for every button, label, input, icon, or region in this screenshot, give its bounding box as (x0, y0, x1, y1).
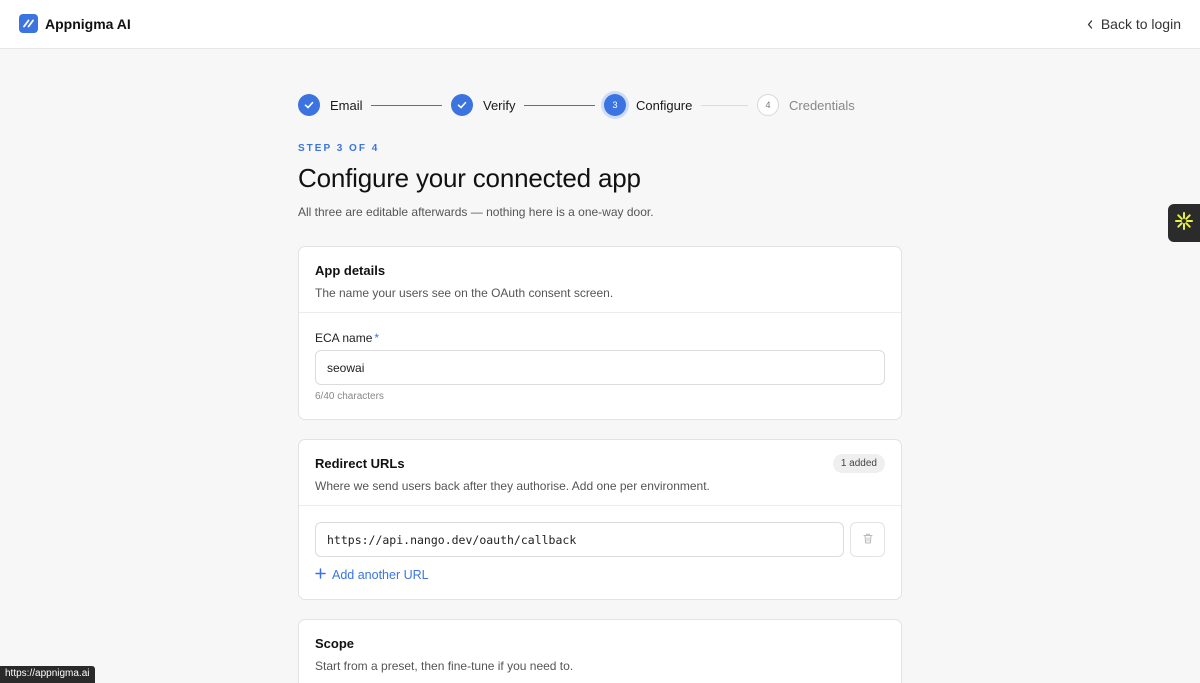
brand-name: Appnigma AI (45, 15, 131, 32)
appnigma-logo-icon (19, 14, 38, 33)
app-details-card: App details The name your users see on t… (298, 246, 902, 420)
progress-stepper: Email Verify 3 Configure 4 Credentials (298, 94, 878, 118)
redirect-urls-body: https://api.nango.dev/oauth/callback Add… (299, 506, 901, 599)
page-subtitle: All three are editable afterwards — noth… (298, 205, 654, 219)
step-eyebrow: STEP 3 OF 4 (298, 143, 380, 154)
required-mark: * (374, 331, 380, 345)
scope-description: Start from a preset, then fine-tune if y… (315, 659, 574, 673)
redirect-urls-description: Where we send users back after they auth… (315, 479, 710, 493)
redirect-url-input[interactable]: https://api.nango.dev/oauth/callback (315, 522, 844, 557)
eca-name-label: ECA name * (315, 331, 379, 345)
scope-title: Scope (315, 636, 355, 651)
step-verify-label: Verify (483, 98, 516, 113)
page-title: Configure your connected app (298, 163, 641, 193)
delete-url-button[interactable] (850, 522, 885, 557)
sparkle-icon (1174, 211, 1194, 236)
redirect-urls-card: Redirect URLs Where we send users back a… (298, 439, 902, 600)
app-details-body: ECA name * seowai 6/40 characters (299, 313, 901, 419)
redirect-urls-header: Redirect URLs Where we send users back a… (299, 440, 901, 506)
trash-icon (863, 531, 873, 549)
status-bar-url: https://appnigma.ai (0, 666, 95, 683)
step-configure-number: 3 (604, 94, 626, 116)
step-credentials-label: Credentials (789, 98, 855, 113)
eca-name-input[interactable]: seowai (315, 350, 885, 385)
redirect-urls-title: Redirect URLs (315, 456, 405, 471)
back-to-login-link[interactable]: Back to login (1087, 16, 1181, 32)
step-email-check-icon (298, 94, 320, 116)
scope-header: Scope Start from a preset, then fine-tun… (299, 620, 901, 683)
brand[interactable]: Appnigma AI (19, 14, 131, 33)
char-counter: 6/40 characters (315, 391, 384, 402)
step-email-label: Email (330, 98, 363, 113)
app-details-title: App details (315, 263, 386, 278)
scope-card: Scope Start from a preset, then fine-tun… (298, 619, 902, 683)
back-to-login-label: Back to login (1100, 16, 1181, 32)
add-another-url-button[interactable]: Add another URL (315, 568, 429, 582)
step-connector (524, 105, 595, 106)
step-connector (701, 105, 748, 106)
app-details-description: The name your users see on the OAuth con… (315, 286, 614, 300)
chevron-left-icon (1087, 16, 1093, 32)
step-configure-label: Configure (636, 98, 693, 113)
step-verify-check-icon (451, 94, 473, 116)
step-credentials-number: 4 (757, 94, 779, 116)
eca-name-label-text: ECA name (315, 331, 373, 345)
top-bar: Appnigma AI Back to login (0, 0, 1200, 49)
floating-widget-button[interactable] (1168, 204, 1200, 242)
plus-icon (315, 568, 326, 582)
add-another-url-label: Add another URL (332, 568, 429, 582)
app-details-header: App details The name your users see on t… (299, 247, 901, 313)
step-connector (371, 105, 442, 106)
urls-count-badge: 1 added (832, 454, 885, 473)
